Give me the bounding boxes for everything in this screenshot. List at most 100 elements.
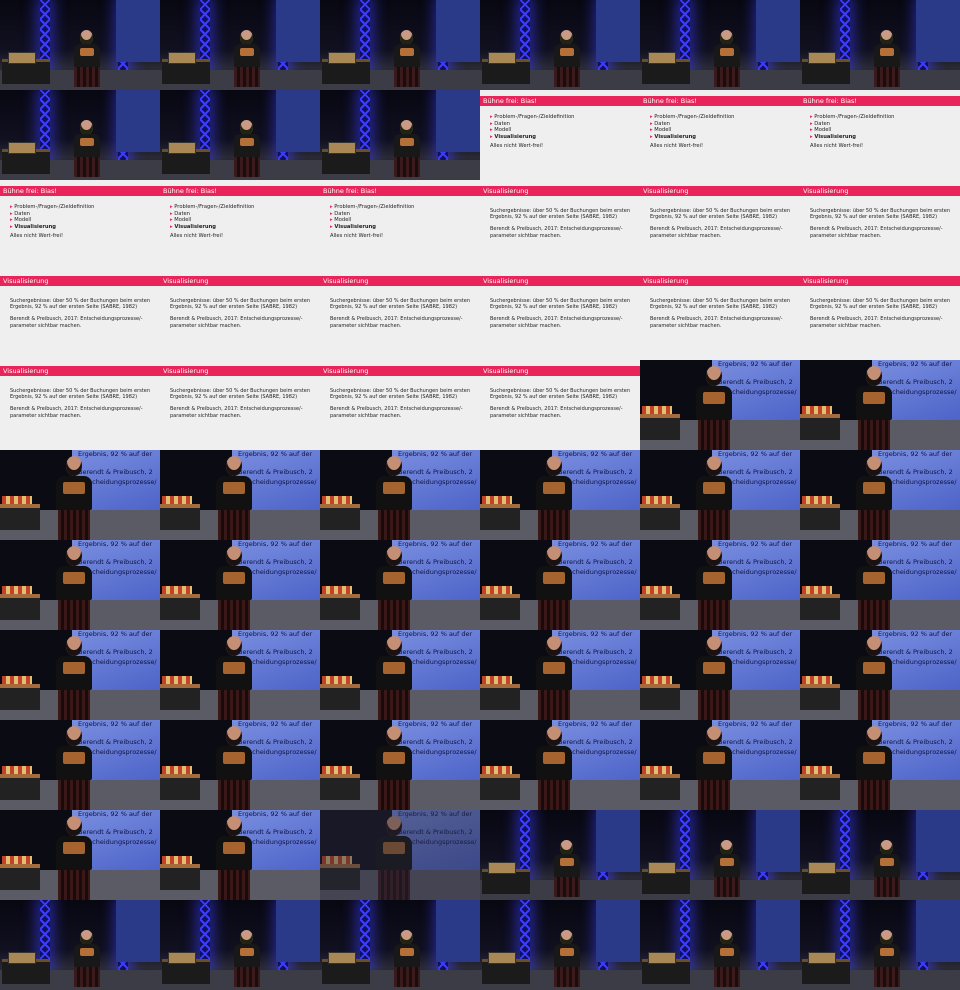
speaker bbox=[212, 636, 256, 720]
speaker bbox=[692, 726, 736, 810]
speaker-desk bbox=[320, 586, 360, 620]
speaker-head bbox=[866, 546, 882, 566]
slide-frame-visualisierung: Visualisierung Suchergebnisse: über 50 %… bbox=[640, 180, 800, 270]
projection-screen bbox=[596, 0, 640, 62]
slide-bullet: Modell bbox=[810, 127, 956, 134]
slide-title: Visualisierung bbox=[800, 276, 960, 286]
speaker bbox=[390, 930, 424, 988]
speaker bbox=[692, 546, 736, 630]
speaker-head bbox=[80, 30, 93, 45]
speaker-head bbox=[400, 30, 413, 45]
speaker-desk bbox=[320, 856, 360, 890]
shirt-print bbox=[863, 572, 885, 584]
slide-footer-text: Alles nicht Wert-frei! bbox=[810, 143, 864, 150]
zoomed-speaker-frame: Ergebnis, 92 % auf der Berendt & Preibus… bbox=[320, 630, 480, 720]
speaker-head bbox=[66, 726, 82, 746]
speaker-head bbox=[240, 120, 253, 135]
speaker bbox=[870, 840, 904, 898]
speaker-skirt bbox=[874, 877, 900, 897]
zoomed-speaker-frame: Ergebnis, 92 % auf der Berendt & Preibus… bbox=[640, 360, 800, 450]
slide-title: Visualisierung bbox=[160, 366, 320, 376]
speaker-desk bbox=[0, 856, 40, 890]
shirt-print bbox=[703, 752, 725, 764]
speaker-skirt bbox=[378, 510, 410, 540]
speaker-skirt bbox=[378, 780, 410, 810]
shirt-print bbox=[560, 858, 574, 866]
slide-body: Problem-/Fragen-/Zieldefinition Daten Mo… bbox=[650, 114, 796, 150]
speaker-head bbox=[880, 930, 893, 945]
speaker bbox=[710, 30, 744, 88]
stage-frame bbox=[0, 0, 160, 90]
stage-frame bbox=[320, 90, 480, 180]
speaker-desk bbox=[480, 676, 520, 710]
speaker-skirt bbox=[554, 967, 580, 987]
speaker-desk bbox=[800, 406, 840, 440]
shirt-print bbox=[863, 752, 885, 764]
speaker-desk bbox=[480, 496, 520, 530]
slide-body: Suchergebnisse: über 50 % der Buchungen … bbox=[490, 388, 636, 425]
speaker-head bbox=[66, 546, 82, 566]
zoomed-speaker-frame: Ergebnis, 92 % auf der Berendt & Preibus… bbox=[320, 450, 480, 540]
speaker-head bbox=[866, 456, 882, 476]
speaker-skirt bbox=[378, 870, 410, 900]
speaker-desk bbox=[640, 406, 680, 440]
speaker-desk bbox=[0, 766, 40, 800]
stage-frame bbox=[0, 90, 160, 180]
shirt-print bbox=[383, 482, 405, 494]
projection-screen bbox=[436, 900, 480, 962]
speaker-skirt bbox=[538, 510, 570, 540]
speaker bbox=[550, 30, 584, 88]
speaker-skirt bbox=[858, 780, 890, 810]
projection-screen bbox=[596, 900, 640, 962]
speaker-desk bbox=[160, 676, 200, 710]
shirt-print bbox=[560, 948, 574, 956]
shirt-print bbox=[80, 138, 94, 146]
shirt-print bbox=[703, 392, 725, 404]
speaker bbox=[852, 726, 896, 810]
shirt-print bbox=[543, 572, 565, 584]
slide-title: Visualisierung bbox=[480, 186, 640, 196]
speaker-desk bbox=[800, 496, 840, 530]
speaker-head bbox=[546, 636, 562, 656]
slide-body: Suchergebnisse: über 50 % der Buchungen … bbox=[650, 298, 796, 335]
speaker-head bbox=[546, 546, 562, 566]
laptop bbox=[8, 52, 36, 64]
slide-title: Bühne frei: Bias! bbox=[640, 96, 800, 106]
shirt-print bbox=[240, 948, 254, 956]
speaker-head bbox=[866, 726, 882, 746]
speaker-skirt bbox=[698, 690, 730, 720]
shirt-print bbox=[63, 572, 85, 584]
slide-bullet: Daten bbox=[330, 211, 476, 218]
speaker-desk bbox=[320, 766, 360, 800]
laptop bbox=[168, 52, 196, 64]
slide-bullet-bold: Visualisierung bbox=[330, 224, 476, 231]
laptop bbox=[808, 952, 836, 964]
speaker-skirt bbox=[58, 780, 90, 810]
slide-title: Visualisierung bbox=[480, 276, 640, 286]
speaker bbox=[390, 30, 424, 88]
speaker-desk bbox=[640, 496, 680, 530]
slide-bullet: Daten bbox=[10, 211, 156, 218]
slide-paragraph: Suchergebnisse: über 50 % der Buchungen … bbox=[170, 298, 311, 311]
slide-title: Visualisierung bbox=[160, 276, 320, 286]
projection-screen bbox=[116, 900, 160, 962]
projected-slide: Ergebnis, 92 % auf der Berendt & Preibus… bbox=[392, 810, 480, 870]
slide-bullet-list: Problem-/Fragen-/Zieldefinition Daten Mo… bbox=[650, 114, 796, 140]
speaker-head bbox=[240, 930, 253, 945]
shirt-print bbox=[543, 662, 565, 674]
contact-sheet-grid: Bühne frei: Bias! Problem-/Fragen-/Zield… bbox=[0, 0, 960, 990]
speaker-desk bbox=[0, 676, 40, 710]
speaker-skirt bbox=[394, 967, 420, 987]
slide-body: Suchergebnisse: über 50 % der Buchungen … bbox=[170, 298, 316, 335]
speaker-skirt bbox=[218, 780, 250, 810]
speaker-skirt bbox=[58, 510, 90, 540]
slide-bullet: Modell bbox=[170, 217, 316, 224]
speaker-desk bbox=[320, 676, 360, 710]
slide-paragraph: Suchergebnisse: über 50 % der Buchungen … bbox=[650, 298, 791, 311]
projection-screen bbox=[596, 810, 640, 872]
shirt-print bbox=[880, 948, 894, 956]
slide-frame-visualisierung: Visualisierung Suchergebnisse: über 50 %… bbox=[640, 270, 800, 360]
speaker-head bbox=[386, 726, 402, 746]
speaker-desk bbox=[640, 676, 680, 710]
speaker-skirt bbox=[74, 67, 100, 87]
